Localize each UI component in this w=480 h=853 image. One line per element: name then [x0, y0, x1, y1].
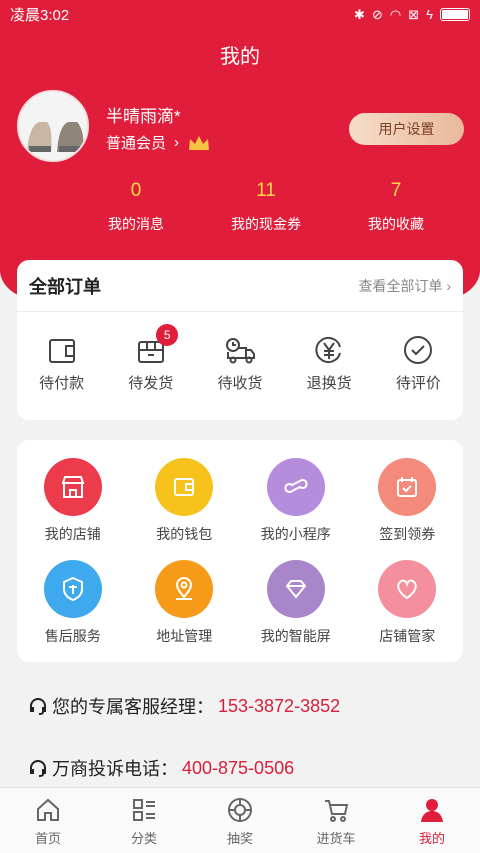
- service-label: 我的店铺: [44, 526, 101, 542]
- calendar-check-icon: [378, 458, 437, 516]
- order-label: 退换货: [306, 375, 352, 392]
- order-label: 待付款: [39, 375, 85, 392]
- stats-row: 0 我的消息 11 我的现金券 7 我的收藏: [0, 180, 480, 234]
- tab-label: 首页: [34, 831, 61, 846]
- order-pending-review[interactable]: 待评价: [374, 334, 463, 393]
- avatar[interactable]: [17, 90, 89, 162]
- stat-value: 11: [256, 180, 276, 201]
- check-circle-icon: [404, 336, 433, 364]
- charging-icon: ϟ: [426, 6, 433, 22]
- order-pending-receipt[interactable]: 待收货: [195, 334, 284, 393]
- diamond-icon: [266, 560, 325, 618]
- member-level[interactable]: 普通会员 ›: [106, 132, 211, 153]
- stat-label: 我的现金券: [231, 216, 301, 232]
- service-my-store[interactable]: 我的店铺: [17, 458, 129, 560]
- chevron-right-icon: ›: [174, 134, 180, 151]
- wifi-icon: ◠: [389, 6, 402, 22]
- status-icons: ✱ ⊘ ◠ ⊠ ϟ: [354, 6, 470, 22]
- user-settings-button[interactable]: 用户设置: [349, 113, 464, 145]
- pending-shipment-badge: 5: [156, 324, 179, 346]
- service-my-wallet[interactable]: 我的钱包: [129, 458, 241, 560]
- location-icon: [155, 560, 214, 618]
- crown-icon: [189, 135, 210, 150]
- cart-icon: [325, 800, 349, 822]
- service-label: 我的智能屏: [260, 628, 331, 644]
- service-label: 售后服务: [44, 628, 101, 644]
- service-label: 我的钱包: [156, 526, 213, 542]
- order-label: 待收货: [217, 375, 263, 392]
- headset-icon: [30, 698, 46, 715]
- store-icon: [43, 458, 102, 516]
- stat-value: 0: [130, 180, 142, 201]
- home-icon: [37, 798, 59, 821]
- truck-icon: [225, 338, 255, 364]
- sim-icon: ⊠: [408, 6, 420, 22]
- category-icon: [133, 799, 155, 821]
- service-grid: 我的店铺 我的钱包 我的小程序 签到领券 售后服务 地址管理 我的智能屏 店铺管…: [17, 440, 463, 662]
- tab-label: 分类: [130, 831, 157, 846]
- tab-lottery[interactable]: 抽奖: [192, 788, 288, 853]
- service-after-sales[interactable]: 售后服务: [17, 560, 129, 662]
- service-store-manager[interactable]: 店铺管家: [352, 560, 464, 662]
- order-label: 待发货: [128, 375, 174, 392]
- contact-phone[interactable]: 400-875-0506: [182, 758, 294, 779]
- user-icon: [421, 799, 443, 822]
- stat-value: 7: [390, 180, 402, 201]
- page-title: 我的: [220, 46, 260, 68]
- complaint-hotline-contact[interactable]: 万商投诉电话： 400-875-0506: [28, 755, 294, 781]
- stat-label: 我的收藏: [368, 216, 424, 232]
- customer-manager-contact[interactable]: 您的专属客服经理： 153-3872-3852: [28, 693, 340, 719]
- tab-label: 我的: [418, 831, 445, 846]
- shield-icon: [43, 560, 102, 618]
- link-icon: [266, 458, 325, 516]
- service-smart-screen[interactable]: 我的智能屏: [240, 560, 352, 662]
- service-label: 我的小程序: [260, 526, 331, 542]
- services-card: 我的店铺 我的钱包 我的小程序 签到领券 售后服务 地址管理 我的智能屏 店铺管…: [17, 440, 463, 662]
- orders-title: 全部订单: [29, 276, 101, 297]
- order-pending-shipment[interactable]: 5 待发货: [106, 324, 195, 393]
- stat-label: 我的消息: [108, 216, 164, 232]
- service-label: 店铺管家: [379, 628, 436, 644]
- headset-icon: [30, 760, 46, 777]
- contact-label: 万商投诉电话：: [52, 759, 178, 779]
- order-status-list: 待付款 5 待发货 待收货 退换货 待评价: [17, 312, 463, 393]
- stat-messages[interactable]: 0 我的消息: [71, 180, 201, 234]
- mute-icon: ⊘: [371, 6, 383, 22]
- service-mini-program[interactable]: 我的小程序: [240, 458, 352, 560]
- wallet-icon: [48, 339, 75, 363]
- yen-exchange-icon: [315, 337, 342, 363]
- service-checkin-coupons[interactable]: 签到领券: [352, 458, 464, 560]
- lottery-icon: [228, 798, 252, 822]
- battery-icon: [440, 7, 470, 21]
- bluetooth-icon: ✱: [354, 6, 365, 22]
- status-bar: 凌晨3:02 ✱ ⊘ ◠ ⊠ ϟ: [0, 0, 480, 28]
- bottom-tab-bar: 首页 分类 抽奖 进货车 我的: [0, 787, 480, 853]
- tab-cart[interactable]: 进货车: [288, 788, 384, 853]
- order-label: 待评价: [395, 375, 441, 392]
- tab-home[interactable]: 首页: [0, 788, 96, 853]
- heart-icon: [378, 560, 437, 618]
- wallet-icon: [155, 458, 214, 516]
- order-returns[interactable]: 退换货: [285, 334, 374, 393]
- view-all-orders-link[interactable]: 查看全部订单 ›: [358, 276, 451, 296]
- service-label: 签到领券: [379, 526, 436, 542]
- contact-phone[interactable]: 153-3872-3852: [218, 696, 340, 717]
- orders-card: 全部订单 查看全部订单 › 待付款 5 待发货 待收货 退换货 待评价: [17, 260, 463, 420]
- username: 半晴雨滴*: [106, 107, 181, 126]
- status-time: 凌晨3:02: [10, 6, 70, 24]
- member-level-label: 普通会员: [106, 135, 167, 152]
- tab-label: 进货车: [316, 831, 356, 846]
- stat-cash-coupons[interactable]: 11 我的现金券: [201, 180, 331, 234]
- service-label: 地址管理: [156, 628, 213, 644]
- tab-label: 抽奖: [226, 831, 253, 846]
- order-pending-payment[interactable]: 待付款: [17, 334, 106, 393]
- service-address[interactable]: 地址管理: [129, 560, 241, 662]
- stat-favorites[interactable]: 7 我的收藏: [331, 180, 461, 234]
- contact-label: 您的专属客服经理：: [52, 697, 214, 717]
- orders-header: 全部订单 查看全部订单 ›: [17, 260, 463, 312]
- tab-me[interactable]: 我的: [384, 788, 480, 853]
- tab-category[interactable]: 分类: [96, 788, 192, 853]
